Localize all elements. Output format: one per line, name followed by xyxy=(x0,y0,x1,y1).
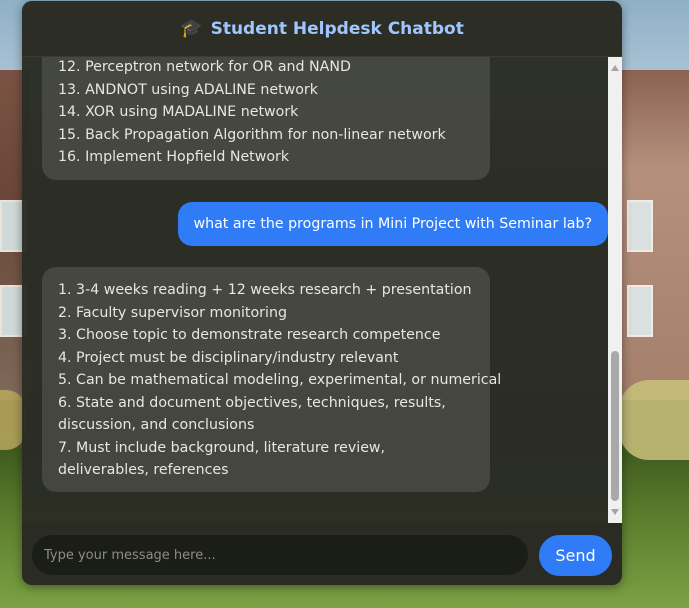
message-line: 13. ANDNOT using ADALINE network xyxy=(58,81,318,98)
message-line: 2. Faculty supervisor monitoring xyxy=(58,304,287,321)
bot-message: 12. Perceptron network for OR and NAND 1… xyxy=(42,57,490,180)
message-line: 3. Choose topic to demonstrate research … xyxy=(58,327,441,343)
message-line: 15. Back Propagation Algorithm for non-l… xyxy=(58,126,446,143)
message-line: 6. State and document objectives, techni… xyxy=(58,394,446,434)
chat-header: 🎓 Student Helpdesk Chatbot xyxy=(22,1,622,57)
scrollbar[interactable] xyxy=(608,57,622,523)
message-line: 4. Project must be disciplinary/industry… xyxy=(58,349,399,366)
scrollbar-thumb[interactable] xyxy=(611,351,619,501)
message-line: 5. Can be mathematical modeling, experim… xyxy=(58,372,502,388)
background-building-right xyxy=(619,70,689,400)
user-message: what are the programs in Mini Project wi… xyxy=(177,202,608,246)
scroll-down-arrow-icon[interactable] xyxy=(611,509,619,515)
scroll-up-arrow-icon[interactable] xyxy=(611,65,619,71)
chat-window: 🎓 Student Helpdesk Chatbot 12. Perceptro… xyxy=(22,1,622,585)
message-list[interactable]: 12. Perceptron network for OR and NAND 1… xyxy=(22,57,608,523)
message-line: 16. Implement Hopfield Network xyxy=(58,149,290,165)
message-line: 12. Perceptron network for OR and NAND xyxy=(58,59,351,75)
message-line: 7. Must include background, literature r… xyxy=(58,439,386,479)
input-bar: Send xyxy=(22,523,622,585)
bot-message: 1. 3-4 weeks reading + 12 weeks research… xyxy=(42,267,502,492)
message-input[interactable] xyxy=(32,535,528,575)
message-line: 1. 3-4 weeks reading + 12 weeks research… xyxy=(58,282,472,298)
send-button[interactable]: Send xyxy=(539,535,612,576)
background-window xyxy=(627,285,653,337)
message-line: 14. XOR using MADALINE network xyxy=(58,104,299,120)
chat-title: Student Helpdesk Chatbot xyxy=(210,18,464,39)
background-bush xyxy=(619,380,689,460)
graduation-cap-icon: 🎓 xyxy=(180,18,203,39)
background-window xyxy=(627,200,653,252)
